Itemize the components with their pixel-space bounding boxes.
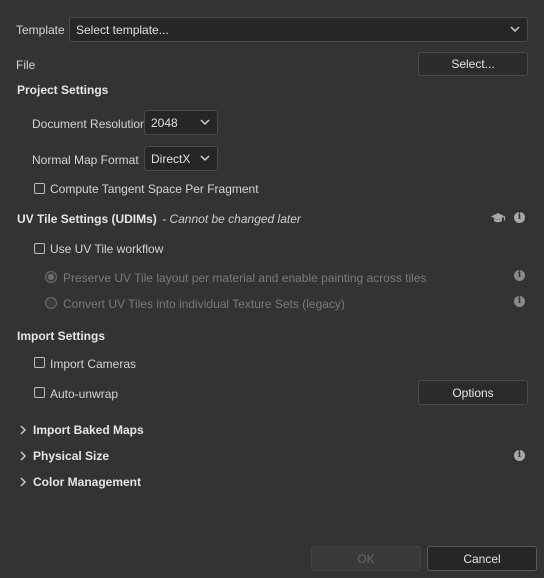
- import-cameras-checkbox[interactable]: [34, 357, 45, 368]
- uv-tile-heading: UV Tile Settings (UDIMs): [17, 212, 157, 226]
- uv-tile-heading-row: UV Tile Settings (UDIMs) - Cannot be cha…: [17, 212, 301, 226]
- file-label: File: [16, 58, 36, 72]
- template-label: Template: [16, 23, 65, 37]
- chevron-down-icon: [200, 154, 210, 161]
- info-icon[interactable]: i: [514, 450, 525, 461]
- document-resolution-value: 2048: [151, 115, 178, 130]
- section-title: Color Management: [33, 475, 142, 489]
- preserve-uv-radio[interactable]: [45, 271, 57, 283]
- normal-map-format-dropdown[interactable]: DirectX: [144, 146, 218, 171]
- auto-unwrap-label: Auto-unwrap: [50, 387, 119, 401]
- cancel-button[interactable]: Cancel: [427, 546, 537, 571]
- use-uv-tile-checkbox[interactable]: [34, 243, 45, 254]
- compute-tangent-label: Compute Tangent Space Per Fragment: [50, 182, 259, 196]
- options-button[interactable]: Options: [418, 380, 528, 405]
- section-import-baked-maps[interactable]: Import Baked Maps: [19, 423, 144, 437]
- section-physical-size[interactable]: Physical Size: [19, 449, 109, 463]
- uv-tile-note: - Cannot be changed later: [162, 212, 301, 226]
- ok-button[interactable]: OK: [311, 546, 421, 571]
- graduation-cap-icon[interactable]: [490, 212, 506, 224]
- auto-unwrap-checkbox[interactable]: [34, 387, 45, 398]
- info-icon[interactable]: i: [514, 296, 525, 307]
- radio-dot: [48, 274, 54, 280]
- document-resolution-dropdown[interactable]: 2048: [144, 110, 218, 135]
- preserve-uv-label: Preserve UV Tile layout per material and…: [63, 271, 427, 285]
- section-title: Physical Size: [33, 449, 110, 463]
- template-dropdown[interactable]: Select template...: [69, 17, 528, 42]
- chevron-down-icon: [510, 25, 520, 32]
- import-settings-heading: Import Settings: [17, 329, 106, 343]
- normal-map-format-label: Normal Map Format: [32, 153, 139, 167]
- section-color-management[interactable]: Color Management: [19, 475, 141, 489]
- info-icon[interactable]: i: [514, 212, 525, 223]
- import-cameras-label: Import Cameras: [50, 357, 137, 371]
- use-uv-tile-label: Use UV Tile workflow: [50, 242, 164, 256]
- normal-map-format-value: DirectX: [151, 151, 191, 166]
- convert-uv-label: Convert UV Tiles into individual Texture…: [63, 297, 345, 311]
- info-icon[interactable]: i: [514, 270, 525, 281]
- chevron-right-icon: [20, 425, 26, 435]
- chevron-right-icon: [20, 451, 26, 461]
- file-select-button[interactable]: Select...: [418, 52, 528, 76]
- compute-tangent-checkbox[interactable]: [34, 183, 45, 194]
- document-resolution-label: Document Resolution: [32, 117, 147, 131]
- chevron-right-icon: [20, 477, 26, 487]
- chevron-down-icon: [200, 118, 210, 125]
- template-value: Select template...: [76, 22, 169, 37]
- section-title: Import Baked Maps: [33, 423, 144, 437]
- convert-uv-radio[interactable]: [45, 297, 57, 309]
- project-settings-heading: Project Settings: [17, 83, 109, 97]
